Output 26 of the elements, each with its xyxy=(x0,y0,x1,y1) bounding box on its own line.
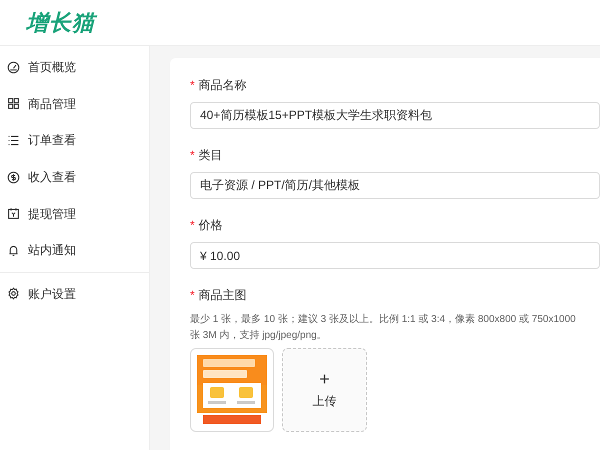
sidebar-item[interactable]: 提现管理 xyxy=(0,195,149,232)
input-field[interactable]: 40+简历模板15+PPT模板大学生求职资料包 xyxy=(190,102,600,129)
field-label: * 价格 xyxy=(190,217,224,234)
logo: 增长猫 xyxy=(26,6,95,39)
dollar-circle-icon xyxy=(7,170,20,184)
field-label: * 商品主图 xyxy=(190,287,248,304)
input-field[interactable]: ¥ 10.00 xyxy=(190,242,600,269)
field-label: * 商品名称 xyxy=(190,77,248,94)
plus-icon: + xyxy=(319,370,330,388)
grid-icon xyxy=(7,97,20,110)
sidebar-item[interactable]: 账户设置 xyxy=(0,276,149,312)
hint-text: 张 3M 内，支持 jpg/jpeg/png。 xyxy=(190,328,328,343)
upload-button[interactable]: + 上传 xyxy=(282,348,367,432)
sidebar-item[interactable]: 首页概览 xyxy=(0,49,149,86)
sidebar-item[interactable]: 订单查看 xyxy=(0,122,149,159)
bell-icon xyxy=(7,244,20,257)
sidebar-item[interactable]: 商品管理 xyxy=(0,86,149,122)
sidebar-item[interactable]: 收入查看 xyxy=(0,158,149,196)
gear-icon xyxy=(7,287,20,300)
hint-text: 最少 1 张，最多 10 张；建议 3 张及以上。比例 1:1 或 3:4，像素 800x800 或 750x1000 xyxy=(190,312,577,327)
list-icon xyxy=(7,134,20,147)
input-field[interactable]: 电子资源 / PPT/简历/其他模板 xyxy=(190,172,600,199)
field-label: * 类目 xyxy=(190,147,224,164)
gauge-icon xyxy=(7,60,20,74)
image-thumbnail[interactable] xyxy=(190,348,274,432)
sidebar-item[interactable]: 站内通知 xyxy=(0,232,149,269)
